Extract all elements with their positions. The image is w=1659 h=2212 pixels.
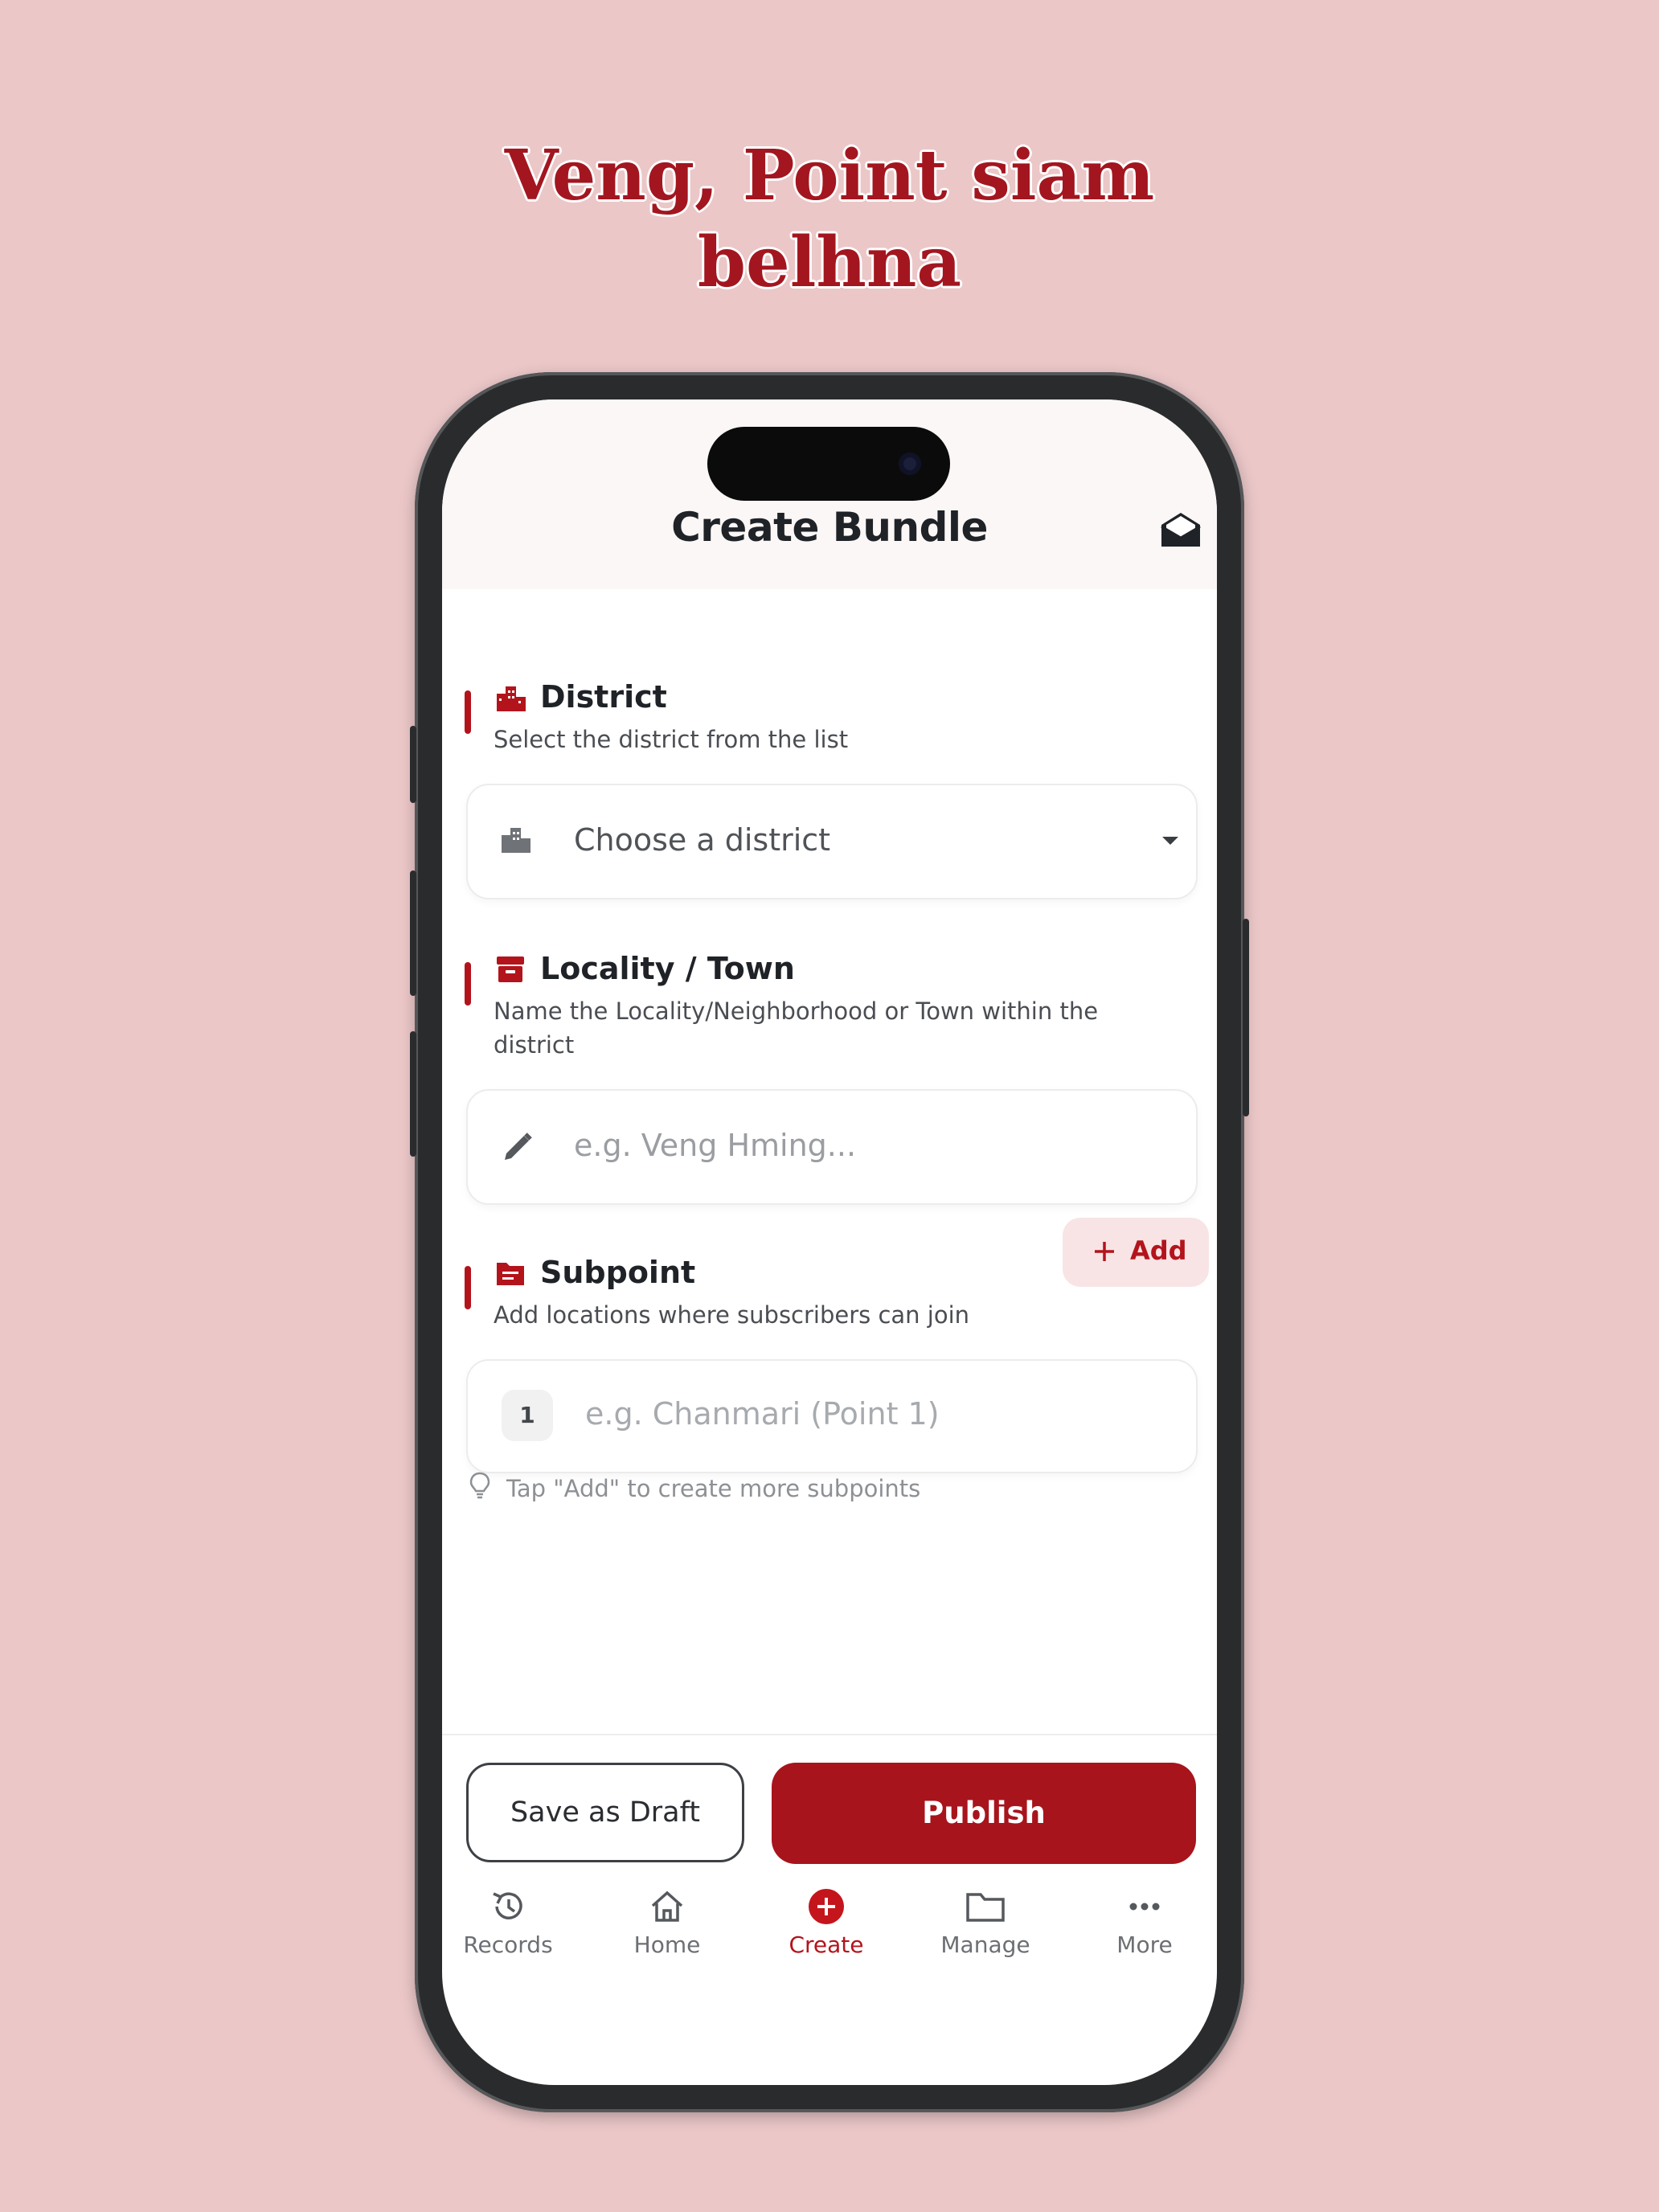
- subpoint-title: Subpoint: [540, 1255, 696, 1290]
- more-icon: [1129, 1903, 1160, 1911]
- locality-description: Name the Locality/Neighborhood or Town w…: [494, 997, 1099, 1059]
- plus-icon: [1095, 1242, 1114, 1261]
- history-icon: [493, 1892, 522, 1919]
- district-title: District: [540, 679, 667, 715]
- subpoint-input-placeholder: e.g. Chanmari (Point 1): [585, 1396, 940, 1432]
- subpoint-tip: Tap "Add" to create more subpoints: [506, 1475, 921, 1502]
- home-icon: [651, 1890, 683, 1922]
- subpoint-section-marker: [465, 1266, 471, 1309]
- phone-volume-up: [410, 870, 416, 996]
- publish-button[interactable]: Publish: [772, 1763, 1196, 1864]
- actions-divider: [442, 1734, 1217, 1735]
- mail-open-icon[interactable]: [1159, 510, 1202, 549]
- locality-input[interactable]: e.g. Veng Hming...: [466, 1089, 1198, 1205]
- add-subpoint-label: Add: [1130, 1235, 1187, 1266]
- headline-line-1: Veng, Point siam: [504, 135, 1155, 216]
- locality-section-marker: [465, 962, 471, 1006]
- district-select[interactable]: Choose a district: [466, 784, 1198, 899]
- district-description: Select the district from the list: [494, 726, 849, 753]
- nav-label-manage: Manage: [940, 1931, 1030, 1958]
- pencil-icon: [505, 1133, 532, 1160]
- district-select-value: Choose a district: [574, 822, 831, 858]
- nav-item-manage[interactable]: Manage: [921, 1886, 1050, 1958]
- phone-action-button: [410, 726, 416, 803]
- locality-input-placeholder: e.g. Veng Hming...: [574, 1128, 857, 1163]
- nav-label-records: Records: [463, 1931, 553, 1958]
- nav-label-home: Home: [633, 1931, 701, 1958]
- folder-icon: [966, 1893, 1005, 1922]
- locality-title: Locality / Town: [540, 951, 795, 986]
- dynamic-island: [707, 427, 950, 501]
- nav-item-more[interactable]: More: [1080, 1886, 1209, 1958]
- nav-item-home[interactable]: Home: [603, 1886, 731, 1958]
- city-icon: [502, 828, 530, 853]
- subpoint-number-badge: 1: [502, 1390, 553, 1441]
- add-circle-icon: [809, 1889, 844, 1924]
- add-subpoint-button[interactable]: Add: [1063, 1218, 1209, 1287]
- phone-frame: Create Bundle District Select the distri…: [410, 372, 1249, 2112]
- phone-volume-down: [410, 1031, 416, 1157]
- nav-item-create[interactable]: Create: [762, 1886, 891, 1958]
- camera-icon: [899, 453, 921, 475]
- subpoint-description: Add locations where subscribers can join: [494, 1301, 970, 1329]
- city-icon: [497, 686, 526, 711]
- district-section-marker: [465, 690, 471, 734]
- save-draft-button[interactable]: Save as Draft: [466, 1763, 744, 1862]
- subpoint-input-1[interactable]: 1 e.g. Chanmari (Point 1): [466, 1359, 1198, 1473]
- phone-power-button: [1243, 919, 1249, 1116]
- nav-label-more: More: [1116, 1931, 1173, 1958]
- app-screen: Create Bundle District Select the distri…: [442, 399, 1217, 2085]
- headline-line-2: belhna: [697, 222, 962, 303]
- lightbulb-icon: [469, 1472, 490, 1499]
- archive-icon: [497, 956, 524, 982]
- folder-list-icon: [497, 1263, 524, 1285]
- page-title: Create Bundle: [671, 504, 988, 551]
- promo-headline: Veng, Point siam belhna: [0, 133, 1659, 306]
- chevron-down-icon: [1162, 837, 1178, 845]
- nav-label-create: Create: [789, 1931, 864, 1958]
- nav-item-records[interactable]: Records: [444, 1886, 572, 1958]
